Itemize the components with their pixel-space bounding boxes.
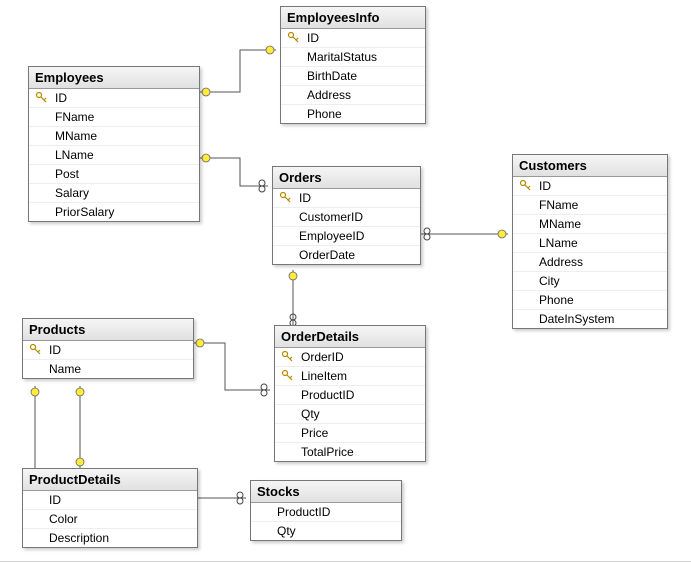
key-icon <box>279 191 293 205</box>
field-row[interactable]: OrderDate <box>273 246 420 264</box>
entity-productdetails[interactable]: ProductDetails ID Color Description <box>22 468 198 548</box>
field-row[interactable]: LName <box>29 146 199 165</box>
key-icon <box>281 369 295 383</box>
field-name: BirthDate <box>307 69 357 83</box>
field-row[interactable]: ID <box>281 29 425 48</box>
field-row[interactable]: City <box>513 272 667 291</box>
entity-title: Employees <box>29 67 199 89</box>
field-name: Description <box>49 531 109 545</box>
field-name: LName <box>539 236 578 250</box>
field-name: MName <box>539 217 581 231</box>
entity-products[interactable]: Products ID Name <box>22 318 194 379</box>
field-name: Qty <box>277 524 296 538</box>
field-row[interactable]: LName <box>513 234 667 253</box>
entity-employees[interactable]: Employees ID FName MName LName Post Sala… <box>28 66 200 222</box>
field-row[interactable]: LineItem <box>275 367 425 386</box>
field-name: Qty <box>301 407 320 421</box>
field-row[interactable]: ID <box>23 491 197 510</box>
field-row[interactable]: FName <box>513 196 667 215</box>
field-name: ID <box>49 493 61 507</box>
entity-title: Customers <box>513 155 667 177</box>
field-row[interactable]: MName <box>513 215 667 234</box>
field-name: Salary <box>55 186 89 200</box>
field-name: OrderDate <box>299 248 355 262</box>
entity-orderdetails[interactable]: OrderDetails OrderID LineItem ProductID … <box>274 325 426 462</box>
entity-title: EmployeesInfo <box>281 7 425 29</box>
field-row[interactable]: ID <box>23 341 193 360</box>
field-row[interactable]: Name <box>23 360 193 378</box>
field-row[interactable]: Address <box>281 86 425 105</box>
field-name: ID <box>307 31 319 45</box>
field-name: ProductID <box>301 388 354 402</box>
field-name: LineItem <box>301 369 347 383</box>
field-row[interactable]: ID <box>513 177 667 196</box>
entity-orders[interactable]: Orders ID CustomerID EmployeeID OrderDat… <box>272 166 421 265</box>
field-row[interactable]: PriorSalary <box>29 203 199 221</box>
field-name: MaritalStatus <box>307 50 377 64</box>
field-name: Color <box>49 512 78 526</box>
entity-title: ProductDetails <box>23 469 197 491</box>
entity-title: Products <box>23 319 193 341</box>
field-row[interactable]: Qty <box>251 522 401 540</box>
field-name: ID <box>539 179 551 193</box>
entity-stocks[interactable]: Stocks ProductID Qty <box>250 480 402 541</box>
field-row[interactable]: CustomerID <box>273 208 420 227</box>
field-row[interactable]: ProductID <box>275 386 425 405</box>
field-name: ID <box>299 191 311 205</box>
field-name: DateInSystem <box>539 312 614 326</box>
field-name: ID <box>49 343 61 357</box>
field-name: MName <box>55 129 97 143</box>
field-row[interactable]: Color <box>23 510 197 529</box>
field-row[interactable]: ProductID <box>251 503 401 522</box>
field-row[interactable]: EmployeeID <box>273 227 420 246</box>
field-name: OrderID <box>301 350 344 364</box>
field-row[interactable]: Description <box>23 529 197 547</box>
field-row[interactable]: ID <box>273 189 420 208</box>
field-row[interactable]: Qty <box>275 405 425 424</box>
field-row[interactable]: DateInSystem <box>513 310 667 328</box>
entity-title: Orders <box>273 167 420 189</box>
field-name: CustomerID <box>299 210 363 224</box>
field-row[interactable]: FName <box>29 108 199 127</box>
entity-customers[interactable]: Customers ID FName MName LName Address C… <box>512 154 668 329</box>
field-name: FName <box>55 110 94 124</box>
field-row[interactable]: Salary <box>29 184 199 203</box>
field-name: City <box>539 274 560 288</box>
field-name: FName <box>539 198 578 212</box>
field-name: Name <box>49 362 81 376</box>
field-name: Address <box>307 88 351 102</box>
key-icon <box>281 350 295 364</box>
key-icon <box>29 343 43 357</box>
field-name: Post <box>55 167 79 181</box>
field-row[interactable]: ID <box>29 89 199 108</box>
entity-title: OrderDetails <box>275 326 425 348</box>
field-name: PriorSalary <box>55 205 114 219</box>
key-icon <box>35 91 49 105</box>
field-name: Address <box>539 255 583 269</box>
field-name: LName <box>55 148 94 162</box>
field-row[interactable]: OrderID <box>275 348 425 367</box>
field-row[interactable]: Phone <box>513 291 667 310</box>
key-icon <box>519 179 533 193</box>
field-name: Phone <box>307 107 342 121</box>
field-row[interactable]: TotalPrice <box>275 443 425 461</box>
field-row[interactable]: Phone <box>281 105 425 123</box>
field-name: TotalPrice <box>301 445 354 459</box>
field-row[interactable]: Price <box>275 424 425 443</box>
field-name: EmployeeID <box>299 229 364 243</box>
key-icon <box>287 31 301 45</box>
field-name: Price <box>301 426 328 440</box>
entity-title: Stocks <box>251 481 401 503</box>
field-row[interactable]: MaritalStatus <box>281 48 425 67</box>
field-row[interactable]: MName <box>29 127 199 146</box>
field-row[interactable]: Post <box>29 165 199 184</box>
field-name: ID <box>55 91 67 105</box>
field-name: Phone <box>539 293 574 307</box>
field-name: ProductID <box>277 505 330 519</box>
field-row[interactable]: Address <box>513 253 667 272</box>
field-row[interactable]: BirthDate <box>281 67 425 86</box>
entity-employeesinfo[interactable]: EmployeesInfo ID MaritalStatus BirthDate… <box>280 6 426 124</box>
